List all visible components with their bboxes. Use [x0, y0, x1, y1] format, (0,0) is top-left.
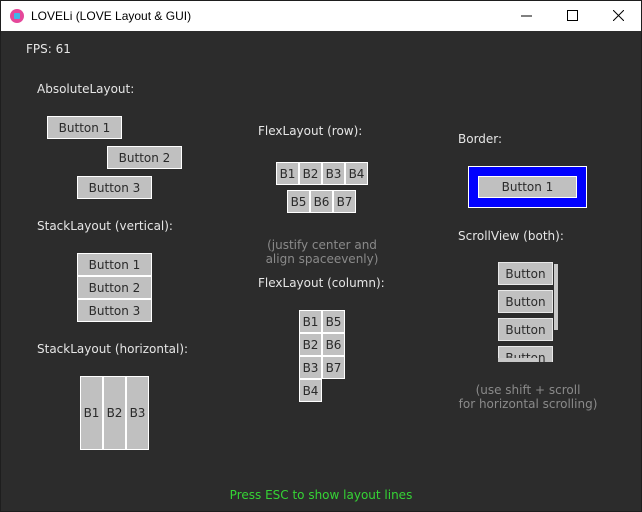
- stack-horizontal-button-1[interactable]: B1: [80, 376, 103, 450]
- flex-row-button-7[interactable]: B7: [333, 190, 356, 213]
- maximize-button[interactable]: [550, 1, 596, 31]
- border-button-1[interactable]: Button 1: [478, 176, 577, 198]
- stack-vertical-button-2[interactable]: Button 2: [77, 276, 152, 299]
- flex-row-button-6[interactable]: B6: [310, 190, 333, 213]
- flex-row-button-4[interactable]: B4: [345, 162, 368, 185]
- minimize-button[interactable]: [504, 1, 550, 31]
- close-icon: [613, 10, 624, 21]
- flex-row-note: (justify center and align spaceevenly): [265, 238, 379, 266]
- stack-horizontal-title: StackLayout (horizontal):: [37, 342, 189, 356]
- scroll-view[interactable]: Button Button Button Button: [498, 262, 558, 362]
- flex-column-button-3[interactable]: B3: [299, 356, 322, 379]
- flex-row-title: FlexLayout (row):: [258, 124, 363, 138]
- flex-column-button-1[interactable]: B1: [299, 310, 322, 333]
- flex-row-button-3[interactable]: B3: [322, 162, 345, 185]
- absolute-button-3[interactable]: Button 3: [77, 176, 152, 199]
- scroll-button-2[interactable]: Button: [498, 290, 553, 313]
- close-button[interactable]: [596, 1, 641, 31]
- absolute-button-1[interactable]: Button 1: [47, 116, 122, 139]
- flex-column-button-5[interactable]: B5: [322, 310, 345, 333]
- maximize-icon: [567, 10, 578, 21]
- flex-row-button-1[interactable]: B1: [276, 162, 299, 185]
- vertical-scrollbar[interactable]: [554, 264, 558, 330]
- esc-hint: Press ESC to show layout lines: [229, 488, 413, 502]
- stack-vertical-button-1[interactable]: Button 1: [77, 253, 152, 276]
- stack-vertical-button-3[interactable]: Button 3: [77, 299, 152, 322]
- absolute-button-2[interactable]: Button 2: [107, 146, 182, 169]
- stack-horizontal-button-2[interactable]: B2: [103, 376, 126, 450]
- app-window: LOVELi (LOVE Layout & GUI) FPS: 61 Absol…: [0, 0, 642, 512]
- minimize-icon: [521, 15, 532, 17]
- scroll-view-note: (use shift + scroll for horizontal scrol…: [458, 383, 598, 411]
- flex-row-button-2[interactable]: B2: [299, 162, 322, 185]
- border-title: Border:: [458, 132, 503, 146]
- flex-row-button-5[interactable]: B5: [287, 190, 310, 213]
- stack-horizontal-button-3[interactable]: B3: [126, 376, 149, 450]
- flex-column-button-2[interactable]: B2: [299, 333, 322, 356]
- horizontal-scrollbar[interactable]: [498, 358, 538, 362]
- scroll-button-3[interactable]: Button: [498, 318, 553, 341]
- scroll-view-title: ScrollView (both):: [458, 229, 564, 243]
- flex-column-button-4[interactable]: B4: [299, 379, 322, 402]
- love-canvas: FPS: 61 AbsoluteLayout: Button 1 Button …: [1, 31, 641, 511]
- flex-column-button-6[interactable]: B6: [322, 333, 345, 356]
- title-bar: LOVELi (LOVE Layout & GUI): [1, 1, 641, 31]
- app-logo-icon: [10, 9, 24, 23]
- scroll-button-1[interactable]: Button: [498, 262, 553, 285]
- absolute-layout-title: AbsoluteLayout:: [37, 82, 135, 96]
- window-title: LOVELi (LOVE Layout & GUI): [31, 9, 192, 23]
- flex-column-title: FlexLayout (column):: [258, 276, 385, 290]
- fps-counter: FPS: 61: [26, 42, 71, 56]
- stack-vertical-title: StackLayout (vertical):: [37, 219, 173, 233]
- flex-column-button-7[interactable]: B7: [322, 356, 345, 379]
